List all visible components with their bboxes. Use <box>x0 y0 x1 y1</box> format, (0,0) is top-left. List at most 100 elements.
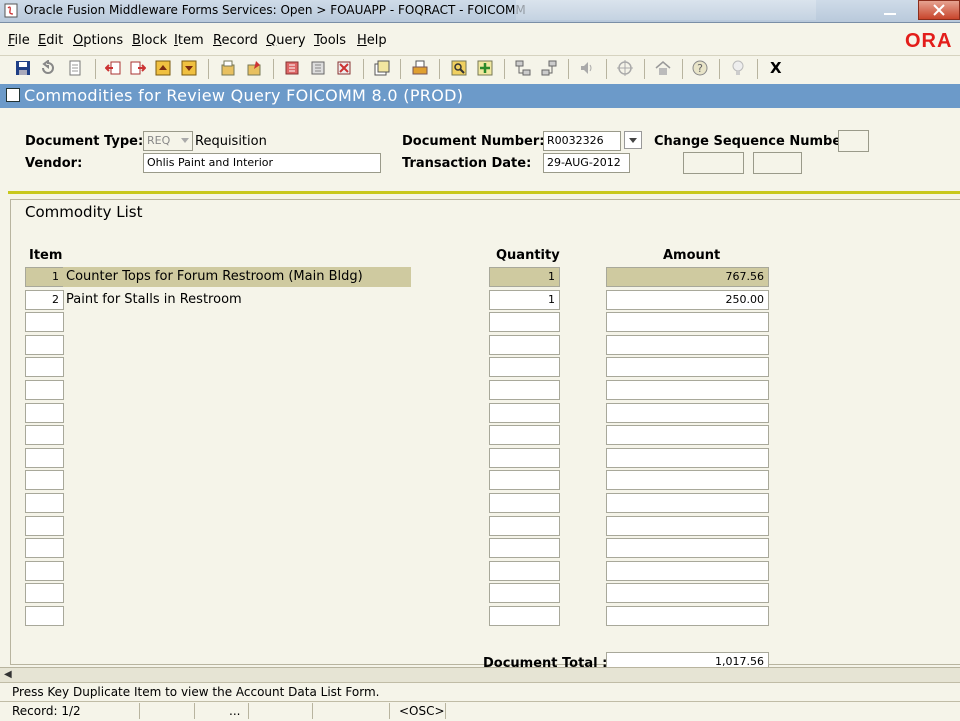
close-icon <box>933 4 945 16</box>
search-icon[interactable] <box>451 60 467 76</box>
quantity-cell[interactable] <box>489 335 560 355</box>
menu-help[interactable]: Help <box>357 33 387 48</box>
item-number-cell[interactable] <box>25 380 64 400</box>
quantity-cell[interactable]: 1 <box>489 267 560 287</box>
horizontal-scrollbar[interactable]: ◀ <box>0 667 960 682</box>
help-icon[interactable]: ? <box>692 60 708 76</box>
document-number-field[interactable]: R0032326 <box>543 131 621 151</box>
crosshair-icon[interactable] <box>617 60 633 76</box>
item-number-cell[interactable]: 1 <box>25 267 64 287</box>
amount-cell[interactable] <box>606 538 769 558</box>
item-number-cell[interactable] <box>25 403 64 423</box>
amount-cell[interactable] <box>606 335 769 355</box>
status-bar: Record: 1/2 ... <OSC> <box>0 701 960 721</box>
amount-cell[interactable] <box>606 357 769 377</box>
item-number-cell[interactable] <box>25 470 64 490</box>
item-number-cell[interactable] <box>25 335 64 355</box>
previous-record-icon[interactable] <box>155 60 171 76</box>
print-icon[interactable] <box>412 60 428 76</box>
home-icon[interactable] <box>655 60 671 76</box>
quantity-cell[interactable] <box>489 448 560 468</box>
change-sequence-field[interactable] <box>838 130 869 152</box>
execute-query-icon[interactable] <box>246 60 262 76</box>
quantity-cell[interactable] <box>489 516 560 536</box>
previous-block-icon[interactable] <box>105 60 121 76</box>
speaker-icon[interactable] <box>579 60 595 76</box>
vendor-field[interactable]: Ohlis Paint and Interior <box>143 153 381 173</box>
amount-cell[interactable] <box>606 561 769 581</box>
amount-cell[interactable] <box>606 493 769 513</box>
next-block-icon[interactable] <box>130 60 146 76</box>
related-form-icon[interactable] <box>541 60 557 76</box>
amount-cell[interactable] <box>606 606 769 626</box>
amount-cell[interactable] <box>606 516 769 536</box>
background-window-tab[interactable] <box>516 0 816 20</box>
blank-field-1[interactable] <box>683 152 744 174</box>
amount-column-header: Amount <box>663 248 721 263</box>
item-number-cell[interactable] <box>25 561 64 581</box>
transaction-date-label: Transaction Date: <box>402 156 532 171</box>
close-window-button[interactable] <box>918 0 960 20</box>
lightbulb-icon[interactable] <box>730 60 746 76</box>
menu-item[interactable]: Item <box>174 33 204 48</box>
quantity-cell[interactable]: 1 <box>489 290 560 310</box>
quantity-cell[interactable] <box>489 425 560 445</box>
form-titlebar: Commodities for Review Query FOICOMM 8.0… <box>0 84 960 108</box>
amount-cell[interactable] <box>606 470 769 490</box>
amount-cell[interactable] <box>606 380 769 400</box>
item-number-cell[interactable]: 2 <box>25 290 64 310</box>
next-record-icon[interactable] <box>181 60 197 76</box>
transaction-date-field[interactable]: 29-AUG-2012 <box>543 153 630 173</box>
quantity-cell[interactable] <box>489 357 560 377</box>
item-number-cell[interactable] <box>25 583 64 603</box>
menu-record[interactable]: Record <box>213 33 258 48</box>
quantity-cell[interactable] <box>489 583 560 603</box>
section-divider <box>8 191 960 194</box>
quantity-cell[interactable] <box>489 538 560 558</box>
item-number-cell[interactable] <box>25 493 64 513</box>
clear-record-icon[interactable] <box>336 60 352 76</box>
amount-cell[interactable] <box>606 448 769 468</box>
item-number-cell[interactable] <box>25 448 64 468</box>
item-number-cell[interactable] <box>25 606 64 626</box>
extract-icon[interactable] <box>374 60 390 76</box>
save-icon[interactable] <box>15 60 31 76</box>
quantity-cell[interactable] <box>489 312 560 332</box>
add-icon[interactable] <box>477 60 493 76</box>
amount-cell[interactable]: 767.56 <box>606 267 769 287</box>
amount-cell[interactable] <box>606 425 769 445</box>
quantity-cell[interactable] <box>489 493 560 513</box>
item-number-cell[interactable] <box>25 425 64 445</box>
amount-cell[interactable] <box>606 312 769 332</box>
remove-record-icon[interactable] <box>310 60 326 76</box>
exit-button[interactable]: X <box>770 59 782 77</box>
menu-file[interactable]: File <box>8 33 30 48</box>
menu-block[interactable]: Block <box>132 33 167 48</box>
quantity-cell[interactable] <box>489 403 560 423</box>
enter-query-icon[interactable] <box>220 60 236 76</box>
item-number-cell[interactable] <box>25 538 64 558</box>
menu-tools[interactable]: Tools <box>314 33 346 48</box>
amount-cell[interactable] <box>606 583 769 603</box>
amount-cell[interactable]: 250.00 <box>606 290 769 310</box>
quantity-cell[interactable] <box>489 380 560 400</box>
scroll-left-icon[interactable]: ◀ <box>4 669 12 680</box>
item-number-cell[interactable] <box>25 357 64 377</box>
blank-field-2[interactable] <box>753 152 802 174</box>
menu-options[interactable]: Options <box>73 33 123 48</box>
document-type-select[interactable]: REQ <box>143 131 193 151</box>
item-number-cell[interactable] <box>25 516 64 536</box>
minimize-button[interactable] <box>870 4 910 18</box>
menu-edit[interactable]: Edit <box>38 33 63 48</box>
insert-record-icon[interactable] <box>284 60 300 76</box>
print-preview-icon[interactable] <box>67 60 83 76</box>
quantity-cell[interactable] <box>489 606 560 626</box>
quantity-cell[interactable] <box>489 470 560 490</box>
item-number-cell[interactable] <box>25 312 64 332</box>
amount-cell[interactable] <box>606 403 769 423</box>
tree-structure-icon[interactable] <box>515 60 531 76</box>
rollback-icon[interactable] <box>40 60 56 76</box>
document-number-lov-button[interactable] <box>624 131 642 149</box>
quantity-cell[interactable] <box>489 561 560 581</box>
menu-query[interactable]: Query <box>266 33 306 48</box>
